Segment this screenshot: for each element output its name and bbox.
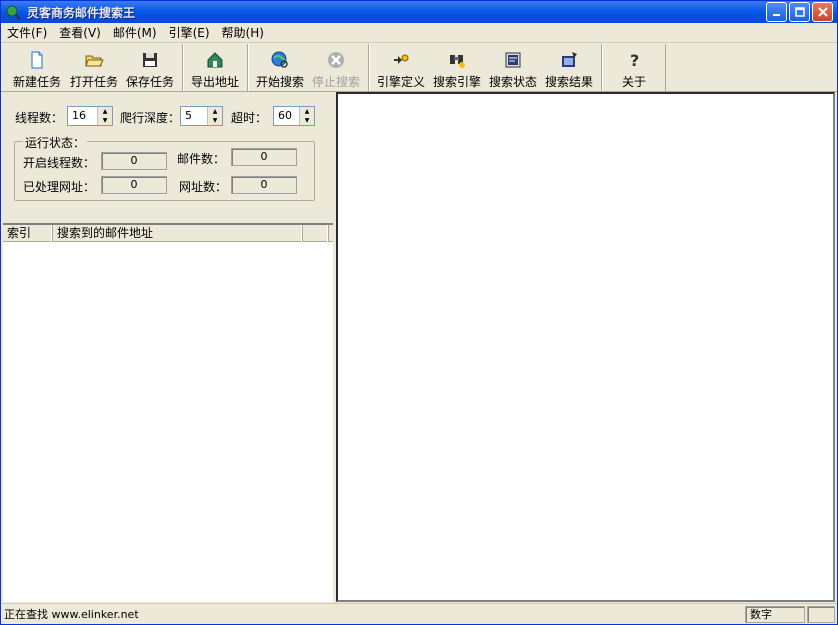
export-address-button[interactable]: 导出地址: [187, 44, 243, 90]
timeout-down-icon[interactable]: ▼: [300, 116, 314, 125]
open-task-label: 打开任务: [69, 75, 118, 89]
menu-file[interactable]: 文件(F): [1, 23, 53, 43]
menu-mail[interactable]: 邮件(M): [107, 23, 163, 43]
app-icon: [6, 5, 21, 20]
new-task-label: 新建任务: [12, 75, 61, 89]
save-task-label: 保存任务: [125, 75, 174, 89]
main-window: 灵客商务邮件搜索王 文件(F) 查看(V) 邮件(M) 引擎(E) 帮助(H) …: [0, 0, 838, 625]
search-result-label: 搜索结果: [544, 75, 593, 89]
stop-search-label: 停止搜索: [311, 75, 360, 89]
stop-search-button[interactable]: 停止搜索: [308, 44, 364, 90]
save-disk-icon: [143, 53, 157, 67]
threads-down-icon[interactable]: ▼: [98, 116, 112, 125]
column-email[interactable]: 搜索到的邮件地址: [53, 225, 303, 242]
toolbar: 新建任务 打开任务 保存任务 导出地址 开始搜索 停止搜索 引擎定义 搜索引擎 …: [1, 44, 837, 92]
search-status-button[interactable]: 搜索状态: [485, 44, 541, 90]
menu-bar: 文件(F) 查看(V) 邮件(M) 引擎(E) 帮助(H): [1, 23, 837, 43]
status-panel-icon: [505, 52, 521, 68]
open-threads-value: 0: [101, 152, 167, 170]
about-label: 关于: [621, 75, 646, 89]
threads-spinner[interactable]: 16 ▲ ▼: [67, 106, 113, 126]
threads-value[interactable]: 16: [68, 107, 97, 125]
export-home-icon: [207, 52, 223, 68]
run-status-legend: 运行状态：: [23, 134, 88, 151]
svg-text:?: ?: [630, 51, 639, 70]
depth-up-icon[interactable]: ▲: [208, 107, 222, 116]
menu-view[interactable]: 查看(V): [53, 23, 107, 43]
binoculars-icon: [450, 55, 465, 68]
depth-spinner[interactable]: 5 ▲ ▼: [180, 106, 223, 126]
processed-label: 已处理网址：: [23, 180, 96, 194]
toolbar-group-engine: 引擎定义 搜索引擎 搜索状态 搜索结果: [369, 44, 600, 91]
maximize-icon: [794, 7, 805, 17]
depth-value[interactable]: 5: [181, 107, 207, 125]
status-bar: 正在查找 www.elinker.net 数字: [1, 603, 837, 624]
toolbar-group-export: 导出地址: [183, 44, 246, 91]
processed-value: 0: [101, 176, 167, 194]
engine-define-icon: [394, 54, 409, 64]
globe-search-icon: [271, 51, 288, 68]
stop-icon: [328, 52, 344, 68]
timeout-value[interactable]: 60: [274, 107, 299, 125]
menu-help[interactable]: 帮助(H): [216, 23, 270, 43]
toolbar-group-search: 开始搜索 停止搜索: [248, 44, 367, 91]
new-document-icon: [31, 51, 43, 69]
search-status-label: 搜索状态: [488, 75, 537, 89]
start-search-button[interactable]: 开始搜索: [252, 44, 308, 90]
list-header: 索引 搜索到的邮件地址: [3, 225, 333, 242]
timeout-up-icon[interactable]: ▲: [300, 107, 314, 116]
about-button[interactable]: ? 关于: [606, 44, 662, 90]
status-text: 正在查找 www.elinker.net: [4, 608, 139, 621]
menu-engine[interactable]: 引擎(E): [163, 23, 216, 43]
new-task-button[interactable]: 新建任务: [8, 44, 66, 90]
minimize-icon: [772, 14, 780, 16]
threads-up-icon[interactable]: ▲: [98, 107, 112, 116]
column-index[interactable]: 索引: [3, 225, 53, 242]
depth-down-icon[interactable]: ▼: [208, 116, 222, 125]
mail-count-label: 邮件数：: [177, 152, 226, 166]
close-icon: [817, 7, 828, 17]
start-search-label: 开始搜索: [255, 75, 304, 89]
close-button[interactable]: [812, 2, 833, 22]
minimize-button[interactable]: [766, 2, 787, 22]
open-folder-icon: [85, 55, 104, 67]
search-result-button[interactable]: 搜索结果: [541, 44, 597, 90]
url-count-label: 网址数：: [179, 180, 228, 194]
open-task-button[interactable]: 打开任务: [66, 44, 122, 90]
depth-label: 爬行深度：: [120, 111, 181, 125]
url-count-value: 0: [231, 176, 297, 194]
engine-define-label: 引擎定义: [376, 75, 425, 89]
status-empty-panel: [807, 605, 835, 623]
engine-define-button[interactable]: 引擎定义: [373, 44, 429, 90]
left-pane: 线程数： 16 ▲ ▼ 爬行深度： 5 ▲ ▼ 超时： 60 ▲ ▼ 运行状态： 开启…: [3, 92, 333, 602]
run-status-group: 运行状态： 开启线程数： 0 邮件数： 0 已处理网址： 0 网址数： 0: [14, 134, 315, 201]
threads-label: 线程数：: [15, 111, 64, 125]
window-title: 灵客商务邮件搜索王: [27, 5, 136, 20]
search-engine-label: 搜索引擎: [432, 75, 481, 89]
email-list[interactable]: 索引 搜索到的邮件地址: [3, 223, 333, 602]
title-bar[interactable]: 灵客商务邮件搜索王: [1, 1, 837, 23]
question-icon: ?: [630, 51, 639, 70]
toolbar-group-file: 新建任务 打开任务 保存任务: [5, 44, 181, 91]
result-icon: [562, 52, 577, 67]
timeout-label: 超时：: [231, 111, 268, 125]
mail-count-value: 0: [231, 148, 297, 166]
column-filler: [303, 225, 329, 242]
status-num-panel: 数字: [745, 605, 805, 623]
timeout-spinner[interactable]: 60 ▲ ▼: [273, 106, 315, 126]
search-engine-button[interactable]: 搜索引擎: [429, 44, 485, 90]
open-threads-label: 开启线程数：: [23, 156, 96, 170]
settings-panel: 线程数： 16 ▲ ▼ 爬行深度： 5 ▲ ▼ 超时： 60 ▲ ▼ 运行状态： 开启…: [3, 92, 333, 220]
save-task-button[interactable]: 保存任务: [122, 44, 178, 90]
toolbar-group-help: ? 关于: [602, 44, 666, 91]
browser-pane[interactable]: [336, 92, 835, 602]
export-address-label: 导出地址: [190, 75, 239, 89]
maximize-button[interactable]: [789, 2, 810, 22]
